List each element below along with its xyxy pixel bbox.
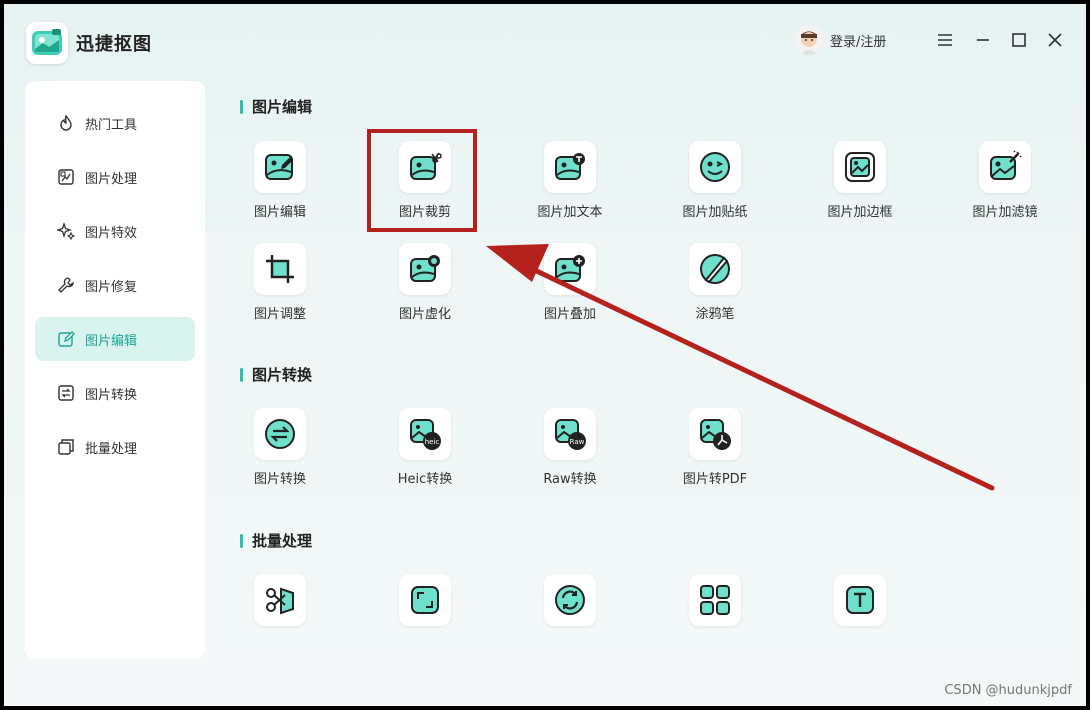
pdf-icon <box>689 408 741 460</box>
tool-batch-resize[interactable] <box>370 574 480 634</box>
menu-icon[interactable] <box>935 30 955 50</box>
section-title-convert: 图片转换 <box>240 364 312 385</box>
svg-text:heic: heic <box>425 438 440 446</box>
wrench-icon <box>57 276 75 294</box>
tool-batch-rotate[interactable] <box>515 574 625 634</box>
sidebar: 热门工具 图片处理 图片特效 图片修复 图片编辑 图片转换 批量处理 <box>25 81 205 659</box>
tool-batch-text[interactable] <box>805 574 915 634</box>
avatar <box>794 25 824 55</box>
edit-icon <box>57 330 75 348</box>
tool-batch-cutout[interactable] <box>225 574 335 634</box>
login-button[interactable]: 登录/注册 <box>794 25 886 55</box>
tool-label: Raw转换 <box>543 472 597 487</box>
sidebar-item-label: 图片编辑 <box>85 333 138 349</box>
section-title-batch: 批量处理 <box>240 530 312 551</box>
convert-circle-icon <box>254 408 306 460</box>
tool-image-convert[interactable]: 图片转换 <box>225 408 335 487</box>
sidebar-item-repair[interactable]: 图片修复 <box>35 263 195 307</box>
raw-icon: Raw <box>544 408 596 460</box>
sidebar-item-label: 热门工具 <box>85 117 138 133</box>
tool-image-blur[interactable]: 图片虚化 <box>370 243 480 322</box>
flame-icon <box>57 114 75 132</box>
sidebar-item-label: 图片转换 <box>85 387 138 403</box>
sidebar-item-label: 批量处理 <box>85 441 138 457</box>
image-overlay-icon <box>544 243 596 295</box>
tool-label: 涂鸦笔 <box>695 307 735 322</box>
sidebar-item-edit[interactable]: 图片编辑 <box>35 317 195 361</box>
tool-image-border[interactable]: 图片加边框 <box>805 141 915 220</box>
section-accent-bar <box>240 99 243 114</box>
tool-heic-convert[interactable]: heic Heic转换 <box>370 408 480 487</box>
tool-label: 图片加滤镜 <box>972 205 1038 220</box>
heic-icon: heic <box>399 408 451 460</box>
minimize-icon[interactable] <box>973 30 993 50</box>
image-edit-icon <box>254 141 306 193</box>
svg-text:Raw: Raw <box>570 438 585 446</box>
image-blur-icon <box>399 243 451 295</box>
convert-icon <box>57 384 75 402</box>
section-title-edit: 图片编辑 <box>240 96 312 117</box>
tool-label: 图片转PDF <box>682 472 748 487</box>
sidebar-item-label: 图片特效 <box>85 225 138 241</box>
tool-image-adjust[interactable]: 图片调整 <box>225 243 335 322</box>
tool-label: Heic转换 <box>397 472 453 487</box>
batch-icon <box>57 438 75 456</box>
sidebar-item-image-process[interactable]: 图片处理 <box>35 155 195 199</box>
tool-label: 图片加边框 <box>827 205 893 220</box>
sidebar-item-label: 图片处理 <box>85 171 138 187</box>
sidebar-item-hot-tools[interactable]: 热门工具 <box>35 101 195 145</box>
image-filter-icon <box>979 141 1031 193</box>
batch-cutout-icon <box>254 574 306 626</box>
tool-label: 图片加贴纸 <box>682 205 748 220</box>
tool-image-to-pdf[interactable]: 图片转PDF <box>660 408 770 487</box>
tool-image-edit[interactable]: 图片编辑 <box>225 141 335 220</box>
tool-label: 图片加文本 <box>537 205 603 220</box>
tool-image-filter[interactable]: 图片加滤镜 <box>950 141 1060 220</box>
tool-image-overlay[interactable]: 图片叠加 <box>515 243 625 322</box>
app-title: 迅捷抠图 <box>76 34 152 55</box>
tool-image-crop[interactable]: 图片裁剪 <box>370 141 480 220</box>
tool-label: 图片编辑 <box>253 205 306 220</box>
sparkle-icon <box>57 222 75 240</box>
section-accent-bar <box>240 533 243 548</box>
batch-rotate-icon <box>544 574 596 626</box>
sticker-icon <box>689 141 741 193</box>
image-crop-icon <box>399 141 451 193</box>
tool-label: 图片转换 <box>253 472 306 487</box>
image-border-icon <box>834 141 886 193</box>
watermark: CSDN @hudunkjpdf <box>944 683 1072 698</box>
section-accent-bar <box>240 367 243 382</box>
batch-resize-icon <box>399 574 451 626</box>
close-icon[interactable] <box>1045 30 1065 50</box>
sidebar-item-convert[interactable]: 图片转换 <box>35 371 195 415</box>
tool-doodle-brush[interactable]: 涂鸦笔 <box>660 243 770 322</box>
app-window: 迅捷抠图 登录/注册 热门工具 图片处理 图片特效 图片修复 图片编辑 图片转换… <box>4 4 1086 706</box>
tool-image-add-text[interactable]: 图片加文本 <box>515 141 625 220</box>
sidebar-item-label: 图片修复 <box>85 279 138 295</box>
crop-adjust-icon <box>254 243 306 295</box>
batch-grid-icon <box>689 574 741 626</box>
tool-label: 图片裁剪 <box>398 205 451 220</box>
app-logo-icon <box>26 22 68 64</box>
sidebar-item-batch[interactable]: 批量处理 <box>35 425 195 469</box>
tool-label: 图片调整 <box>253 307 306 322</box>
image-add-text-icon <box>544 141 596 193</box>
brush-icon <box>689 243 741 295</box>
tool-label: 图片叠加 <box>543 307 596 322</box>
maximize-icon[interactable] <box>1009 30 1029 50</box>
tool-image-sticker[interactable]: 图片加贴纸 <box>660 141 770 220</box>
tool-label: 图片虚化 <box>398 307 451 322</box>
sidebar-item-effects[interactable]: 图片特效 <box>35 209 195 253</box>
tool-batch-grid[interactable] <box>660 574 770 634</box>
tool-raw-convert[interactable]: Raw Raw转换 <box>515 408 625 487</box>
login-label: 登录/注册 <box>830 34 887 50</box>
image-process-icon <box>57 168 75 186</box>
batch-text-icon <box>834 574 886 626</box>
